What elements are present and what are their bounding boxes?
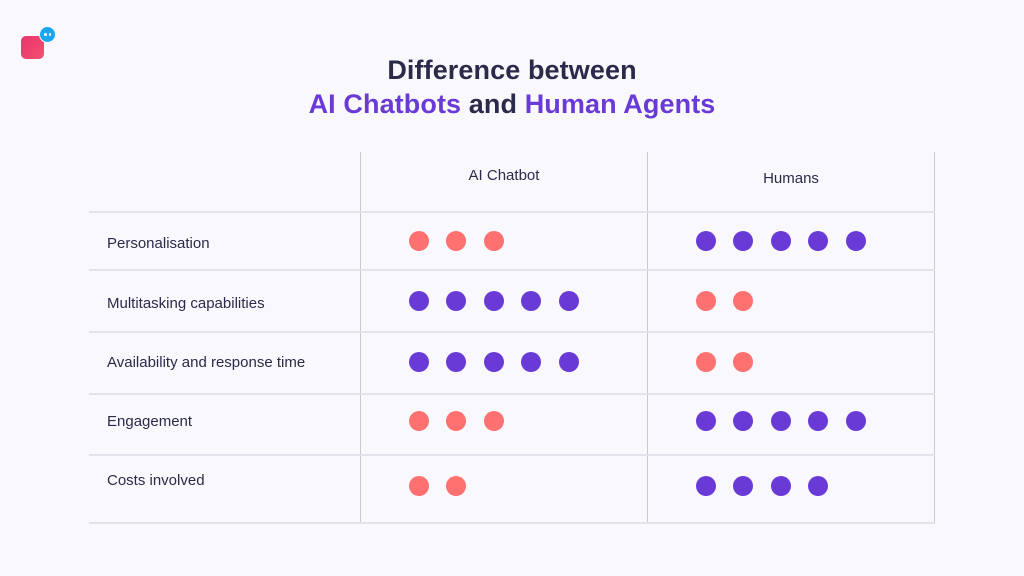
ai-chatbot-rating-dot	[483, 231, 504, 251]
humans-rating-dot	[696, 352, 716, 372]
column-header-ai-chatbot: AI Chatbot	[468, 167, 540, 184]
ai-chatbot-rating-dot	[521, 352, 542, 372]
column-divider	[360, 152, 361, 523]
ai-chatbot-rating-dot	[558, 352, 579, 372]
humans-rating-dot	[770, 231, 791, 251]
humans-rating-dot	[770, 476, 791, 496]
humans-rating-dot	[696, 476, 716, 496]
humans-rating-dot	[696, 291, 716, 311]
humans-rating-dot	[733, 291, 754, 311]
row-divider	[89, 393, 935, 395]
row-label: Costs involved	[107, 472, 205, 489]
humans-rating-dot	[696, 231, 716, 251]
humans-rating-dot	[845, 411, 866, 431]
row-divider	[89, 331, 935, 333]
ai-chatbot-rating-dot	[521, 291, 542, 311]
comparison-table: AI Chatbot Humans Personalisation Multita…	[0, 0, 1024, 576]
row-label: Engagement	[107, 413, 193, 430]
humans-rating-dot	[733, 352, 754, 372]
ai-chatbot-rating-dot	[483, 411, 504, 431]
ai-chatbot-rating-dot	[409, 231, 429, 251]
row-divider	[89, 522, 935, 524]
humans-rating-dot	[696, 411, 716, 431]
humans-rating-dot	[808, 476, 829, 496]
row-divider	[89, 269, 935, 271]
ai-chatbot-rating-dot	[409, 476, 429, 496]
humans-rating-dot	[733, 231, 754, 251]
row-label: Multitasking capabilities	[107, 295, 265, 312]
row-label: Personalisation	[107, 235, 210, 252]
ai-chatbot-rating-dot	[483, 291, 504, 311]
humans-rating-dot	[808, 231, 829, 251]
humans-rating-dot	[770, 411, 791, 431]
humans-rating-dot	[733, 411, 754, 431]
ai-chatbot-rating-dot	[409, 352, 429, 372]
column-header-humans: Humans	[763, 170, 819, 187]
ai-chatbot-rating-dot	[446, 352, 467, 372]
ai-chatbot-rating-dot	[483, 352, 504, 372]
ai-chatbot-rating-dot	[446, 291, 467, 311]
ai-chatbot-rating-dot	[446, 411, 467, 431]
row-divider	[89, 454, 935, 456]
column-divider	[934, 152, 935, 523]
humans-rating-dot	[845, 231, 866, 251]
column-divider	[647, 152, 648, 523]
ai-chatbot-rating-dot	[409, 291, 429, 311]
ai-chatbot-rating-dot	[446, 231, 467, 251]
row-divider	[89, 211, 935, 213]
ai-chatbot-rating-dot	[446, 476, 467, 496]
humans-rating-dot	[733, 476, 754, 496]
ai-chatbot-rating-dot	[558, 291, 579, 311]
humans-rating-dot	[808, 411, 829, 431]
row-label: Availability and response time	[107, 354, 306, 371]
ai-chatbot-rating-dot	[409, 411, 429, 431]
